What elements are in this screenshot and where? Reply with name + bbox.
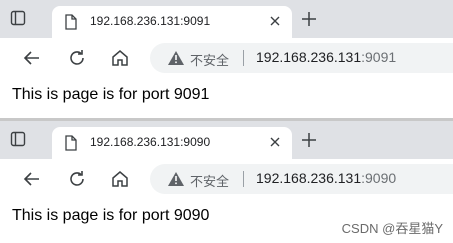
page-text: This is page is for port 9090 xyxy=(12,207,210,224)
toolbar: 不安全 192.168.236.131:9091 xyxy=(0,38,453,78)
page-icon xyxy=(64,135,78,151)
reload-icon[interactable] xyxy=(67,48,87,68)
tab-actions-icon[interactable] xyxy=(10,131,26,147)
url-text: 192.168.236.131:9090 xyxy=(256,170,396,186)
tab-active[interactable]: 192.168.236.131:9090 xyxy=(52,127,292,159)
plus-icon[interactable] xyxy=(300,131,318,149)
plus-icon[interactable] xyxy=(300,10,318,28)
toolbar: 不安全 192.168.236.131:9090 xyxy=(0,159,453,199)
page-text: This is page is for port 9091 xyxy=(12,86,210,103)
tab-strip: 192.168.236.131:9090 xyxy=(0,121,453,159)
separator xyxy=(243,171,244,187)
security-label: 不安全 xyxy=(190,174,230,189)
warning-icon[interactable] xyxy=(168,172,184,186)
back-arrow-icon[interactable] xyxy=(22,169,42,189)
url-text: 192.168.236.131:9091 xyxy=(256,49,396,65)
home-icon[interactable] xyxy=(110,48,130,68)
page-content: This is page is for port 9091 xyxy=(0,78,453,108)
tab-active[interactable]: 192.168.236.131:9091 xyxy=(52,6,292,38)
address-bar[interactable]: 不安全 192.168.236.131:9090 xyxy=(150,164,453,194)
url-port: :9091 xyxy=(361,49,397,65)
browser-window-9091: 192.168.236.131:9091 不安全 192.168.236.131… xyxy=(0,0,453,121)
close-icon[interactable] xyxy=(268,135,282,149)
tab-strip: 192.168.236.131:9091 xyxy=(0,0,453,38)
security-label: 不安全 xyxy=(190,53,230,68)
page-icon xyxy=(64,14,78,30)
home-icon[interactable] xyxy=(110,169,130,189)
tab-title: 192.168.236.131:9091 xyxy=(90,14,211,28)
back-arrow-icon[interactable] xyxy=(22,48,42,68)
url-host: 192.168.236.131 xyxy=(256,170,362,186)
tab-title: 192.168.236.131:9090 xyxy=(90,135,211,149)
address-bar[interactable]: 不安全 192.168.236.131:9091 xyxy=(150,43,453,73)
url-port: :9090 xyxy=(361,170,397,186)
reload-icon[interactable] xyxy=(67,169,87,189)
url-host: 192.168.236.131 xyxy=(256,49,362,65)
warning-icon[interactable] xyxy=(168,51,184,65)
tab-actions-icon[interactable] xyxy=(10,10,26,26)
close-icon[interactable] xyxy=(268,14,282,28)
watermark: CSDN @吞星猫Y xyxy=(341,221,443,236)
separator xyxy=(243,50,244,66)
